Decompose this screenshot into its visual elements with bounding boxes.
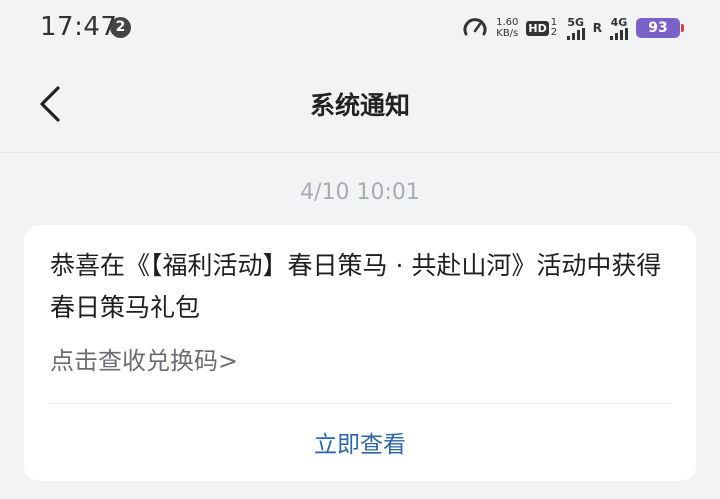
signal-bars-icon — [566, 27, 585, 40]
signal-4g-label: 4G — [610, 15, 628, 29]
roaming-indicator: R — [592, 21, 602, 35]
view-now-button[interactable]: 立即查看 — [24, 425, 696, 459]
divider — [50, 403, 670, 404]
message-title: 恭喜在《【福利活动】春日策马 · 共赴山河》活动中获得春日策马礼包 — [50, 251, 662, 322]
signal-bars-icon — [610, 27, 628, 40]
message-timestamp: 4/10 10:01 — [300, 180, 420, 205]
redeem-code-link[interactable]: 点击查收兑换码> — [50, 341, 238, 376]
signal-5g: 5G — [566, 15, 585, 40]
sim2-label: 2 — [550, 27, 558, 38]
status-bar: 17:47 2 1.60 KB/s HD 1 2 5G R 4G 93 — [0, 0, 720, 56]
signal-5g-label: 5G — [567, 15, 585, 29]
notification-card: 恭喜在《【福利活动】春日策马 · 共赴山河》活动中获得春日策马礼包 点击查收兑换… — [24, 225, 696, 481]
battery-icon: 93 — [636, 18, 684, 38]
page-title: 系统通知 — [309, 91, 410, 120]
network-speed-value: 1.60 — [496, 17, 519, 28]
hd-voice-icon: HD — [526, 20, 549, 36]
status-icons: 1.60 KB/s HD 1 2 5G R 4G 93 — [462, 14, 684, 42]
signal-4g: 4G — [610, 17, 628, 40]
sim-indicator: 1 2 — [551, 18, 559, 38]
notification-count-badge: 2 — [110, 17, 131, 38]
speedometer-icon — [463, 18, 487, 36]
network-speed-unit: KB/s — [496, 28, 519, 39]
status-time: 17:47 — [40, 12, 118, 42]
app-header: 系统通知 — [0, 56, 720, 153]
network-speed: 1.60 KB/s — [496, 17, 518, 39]
